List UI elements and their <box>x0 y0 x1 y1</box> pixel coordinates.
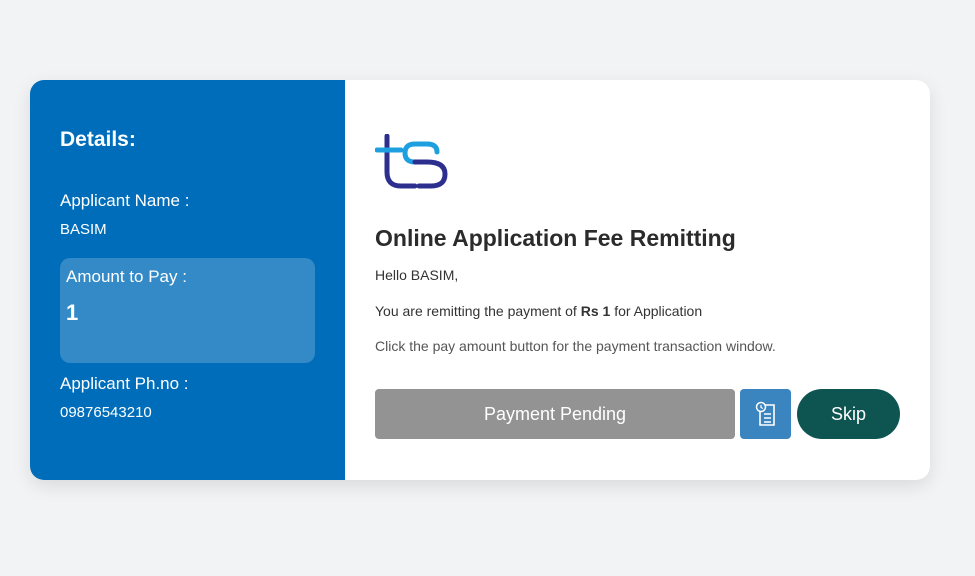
amount-label: Amount to Pay : <box>66 267 187 286</box>
phone-value: 09876543210 <box>60 404 152 421</box>
remit-suffix: for Application <box>614 303 703 319</box>
skip-button[interactable]: Skip <box>797 389 900 439</box>
page-title: Online Application Fee Remitting <box>375 225 736 251</box>
details-panel: Details: Applicant Name : BASIM Amount t… <box>30 80 345 480</box>
remit-amount: Rs 1 <box>580 303 611 319</box>
ts-logo <box>375 134 448 189</box>
action-bar: Payment Pending Skip <box>375 389 900 439</box>
receipt-icon <box>755 401 775 426</box>
greeting-text: Hello BASIM, <box>375 267 459 283</box>
amount-box: Amount to Pay : 1 <box>60 258 315 363</box>
payment-card: Details: Applicant Name : BASIM Amount t… <box>30 80 930 480</box>
hint-text: Click the pay amount button for the paym… <box>375 338 776 354</box>
remit-text: You are remitting the payment of Rs 1 fo… <box>375 302 900 320</box>
details-title: Details: <box>60 128 136 151</box>
remit-prefix: You are remitting the payment of <box>375 303 577 319</box>
applicant-name-label: Applicant Name : <box>60 191 190 210</box>
applicant-name-value: BASIM <box>60 221 107 238</box>
payment-pending-button[interactable]: Payment Pending <box>375 389 735 439</box>
amount-value: 1 <box>66 300 79 325</box>
phone-label: Applicant Ph.no : <box>60 374 189 393</box>
receipt-button[interactable] <box>740 389 791 439</box>
